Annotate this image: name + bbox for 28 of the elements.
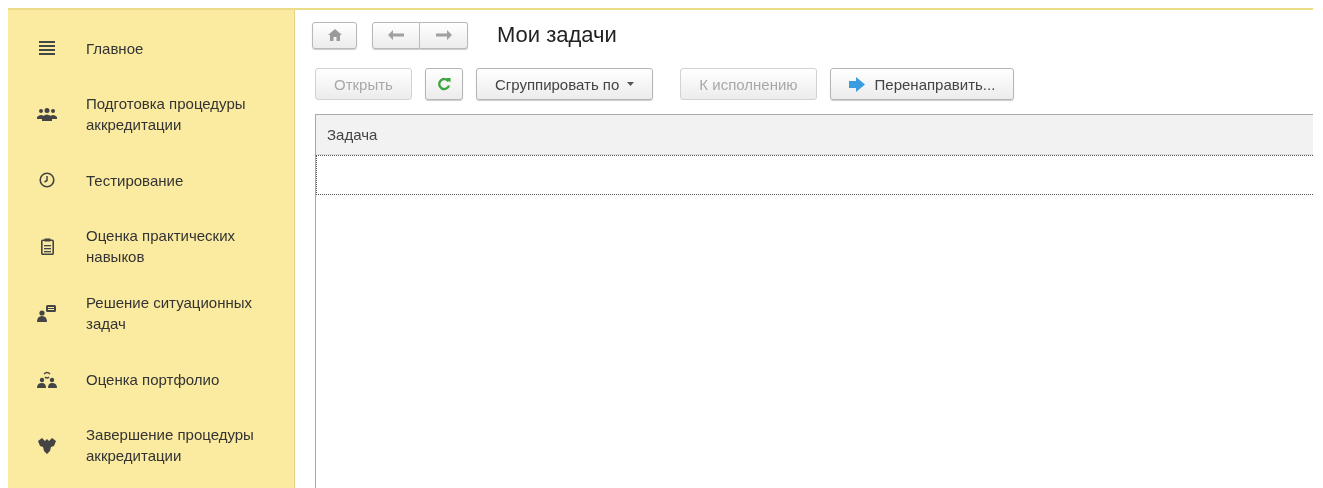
- forward-button[interactable]: [420, 21, 468, 49]
- sidebar-item[interactable]: Решение ситуационных задач: [8, 292, 294, 334]
- clipboard-icon: [40, 237, 54, 255]
- sidebar-item[interactable]: Завершение процедуры аккредитации: [8, 424, 294, 466]
- clock-icon: [39, 172, 55, 188]
- refresh-icon: [436, 77, 451, 91]
- people-exchange-icon: [37, 370, 57, 388]
- caret-icon: [627, 82, 635, 86]
- group-of-people-icon: [37, 107, 57, 121]
- forward-arrow-icon: [435, 30, 452, 40]
- redirect-button[interactable]: Перенаправить...: [829, 68, 1015, 100]
- sidebar-item[interactable]: Оценка практических навыков: [8, 225, 294, 267]
- sidebar-item[interactable]: Подготовка процедуры аккредитации: [8, 93, 294, 135]
- sidebar-item[interactable]: Главное: [8, 28, 294, 68]
- home-icon: [327, 29, 342, 41]
- column-header[interactable]: Задача: [327, 126, 378, 143]
- refresh-button[interactable]: [424, 68, 463, 100]
- person-speech-icon: [37, 304, 57, 322]
- group-by-dropdown[interactable]: Сгруппировать по: [475, 68, 654, 100]
- home-button[interactable]: [312, 21, 357, 49]
- arrow-right-icon: [848, 76, 865, 92]
- back-button[interactable]: [372, 21, 420, 49]
- sidebar-item[interactable]: Оценка портфолио: [8, 359, 294, 399]
- page-title: Мои задачи: [497, 22, 617, 48]
- menu-icon: [39, 41, 55, 55]
- back-arrow-icon: [388, 30, 404, 40]
- table-row[interactable]: [316, 155, 1313, 195]
- sidebar-item[interactable]: Тестирование: [8, 160, 294, 200]
